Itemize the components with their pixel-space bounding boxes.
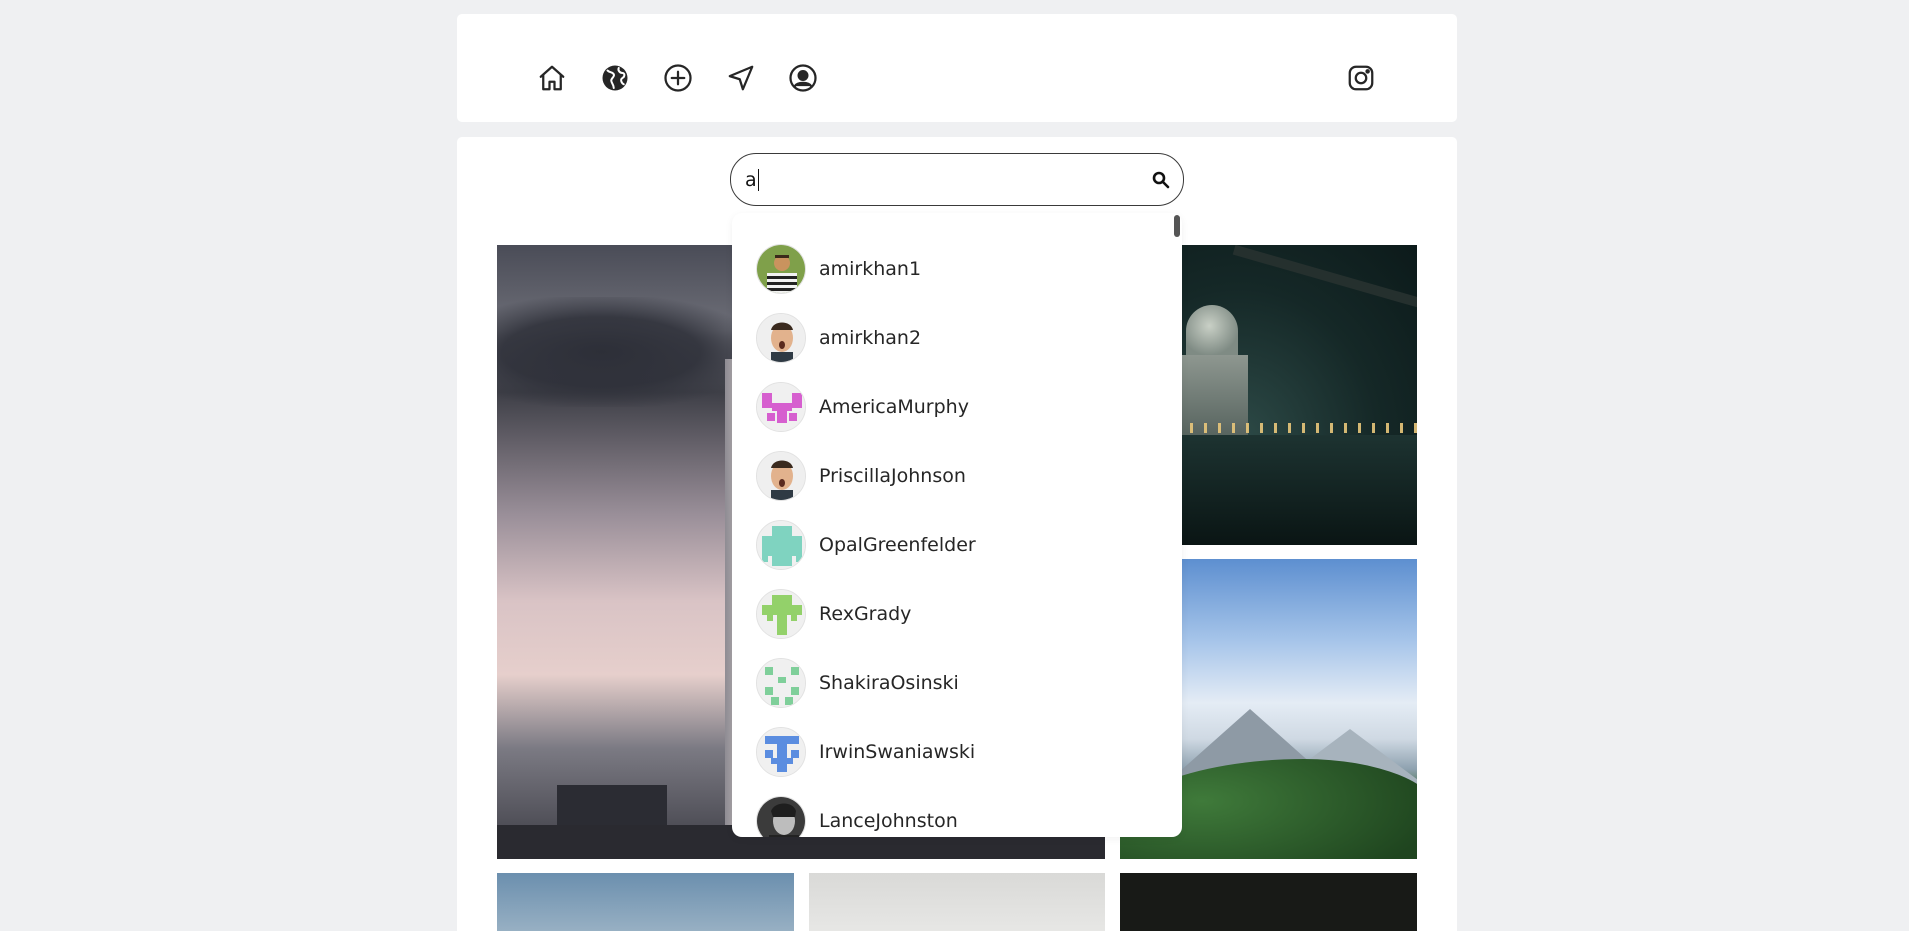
text-caret	[757, 168, 759, 191]
search-result-item[interactable]: amirkhan2	[756, 312, 1156, 364]
explore-post[interactable]	[1120, 873, 1417, 931]
home-icon[interactable]	[536, 62, 568, 94]
top-navbar	[457, 14, 1457, 122]
search-result-item[interactable]: amirkhan1	[756, 243, 1156, 295]
avatar	[756, 796, 806, 837]
globe-icon[interactable]	[599, 62, 631, 94]
avatar	[756, 244, 806, 294]
search-input-value: a	[745, 168, 757, 191]
search-result-item[interactable]: RexGrady	[756, 588, 1156, 640]
result-username: ShakiraOsinski	[819, 672, 959, 694]
avatar	[756, 727, 806, 777]
avatar	[756, 658, 806, 708]
result-username: amirkhan2	[819, 327, 922, 349]
search-result-item[interactable]: ShakiraOsinski	[756, 657, 1156, 709]
avatar	[756, 589, 806, 639]
search-result-item[interactable]: LanceJohnston	[756, 795, 1156, 837]
direct-send-icon[interactable]	[725, 62, 757, 94]
add-post-icon[interactable]	[662, 62, 694, 94]
result-username: LanceJohnston	[819, 810, 958, 832]
result-username: AmericaMurphy	[819, 396, 969, 418]
search-result-item[interactable]: IrwinSwaniawski	[756, 726, 1156, 778]
explore-post[interactable]	[497, 873, 794, 931]
avatar	[756, 451, 806, 501]
avatar	[756, 313, 806, 363]
explore-post[interactable]	[809, 873, 1105, 931]
cloud-shape	[497, 297, 757, 407]
search-result-item[interactable]: PriscillaJohnson	[756, 450, 1156, 502]
avatar	[756, 520, 806, 570]
dropdown-scrollbar[interactable]	[1172, 213, 1182, 837]
search-result-item[interactable]: OpalGreenfelder	[756, 519, 1156, 571]
instagram-icon[interactable]	[1345, 62, 1377, 94]
scroll-thumb[interactable]	[1174, 215, 1180, 237]
avatar	[756, 382, 806, 432]
result-username: PriscillaJohnson	[819, 465, 966, 487]
search-results-dropdown: amirkhan1 amirkhan2 AmericaMurphy Prisci…	[732, 213, 1182, 837]
result-username: IrwinSwaniawski	[819, 741, 976, 763]
result-username: RexGrady	[819, 603, 912, 625]
search-icon[interactable]	[1151, 170, 1171, 190]
profile-icon[interactable]	[787, 62, 819, 94]
search-result-item[interactable]: AmericaMurphy	[756, 381, 1156, 433]
dome-shape	[1186, 305, 1238, 357]
result-username: amirkhan1	[819, 258, 922, 280]
search-input[interactable]: a	[730, 153, 1184, 206]
result-username: OpalGreenfelder	[819, 534, 976, 556]
